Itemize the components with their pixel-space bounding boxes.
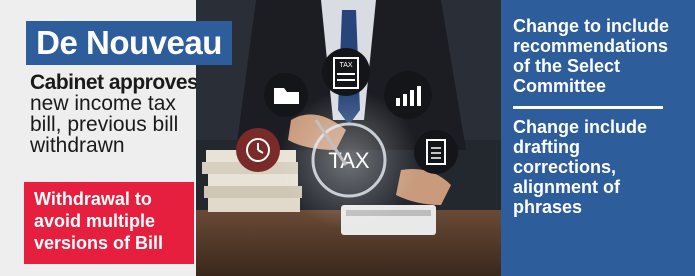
tax-table-icon: TAX (322, 48, 370, 96)
headline-line-1: new income tax (30, 92, 176, 115)
clock-icon (236, 128, 280, 172)
brand-title: De Nouveau (36, 24, 222, 61)
right-divider (513, 106, 663, 109)
headline: Cabinet approves new income tax bill, pr… (30, 72, 200, 156)
tax-center-label: TAX (328, 148, 369, 173)
headline-bold: Cabinet approves (30, 71, 199, 94)
tax-photo-illustration: TAX TAX (196, 0, 501, 276)
right-panel: Change to include recommendations of the… (501, 0, 695, 276)
bar-chart-icon (384, 71, 432, 119)
right-point-1: Change to include recommendations of the… (513, 16, 670, 96)
infographic: Cabinet approves new income tax bill, pr… (0, 0, 695, 276)
headline-line-2: bill, previous bill (30, 113, 179, 136)
right-point-2: Change include drafting corrections, ali… (513, 117, 648, 217)
headline-line-3: withdrawn (30, 134, 125, 157)
document-icon (414, 130, 458, 174)
brand-box: De Nouveau (26, 21, 232, 65)
folder-icon (264, 73, 308, 117)
highlight-text: Withdrawal to avoid multiple versions of… (34, 189, 164, 253)
tax-photo: TAX TAX (196, 0, 501, 276)
tax-icon-label: TAX (339, 62, 352, 69)
highlight-box: Withdrawal to avoid multiple versions of… (24, 182, 194, 264)
